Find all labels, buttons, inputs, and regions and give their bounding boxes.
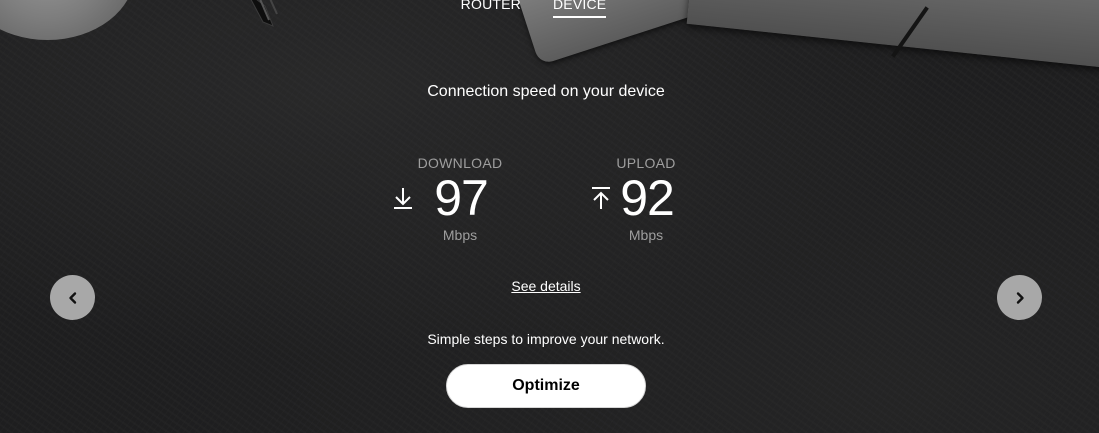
upload-value-row: 92 (566, 172, 726, 224)
download-metric: DOWNLOAD 97 Mbps (380, 155, 540, 243)
section-heading: Connection speed on your device (427, 83, 665, 100)
download-value: 97 (434, 170, 489, 226)
details-link-container: See details (0, 278, 1092, 296)
chevron-left-icon (68, 291, 76, 304)
download-value-row: 97 (380, 172, 540, 224)
upload-label: UPLOAD (616, 155, 676, 171)
chevron-right-icon (1016, 291, 1024, 304)
see-details-link[interactable]: See details (511, 278, 580, 294)
previous-slide-button[interactable] (50, 275, 95, 320)
upload-value: 92 (620, 170, 675, 226)
improvement-hint: Simple steps to improve your network. (427, 331, 665, 347)
upload-unit: Mbps (628, 227, 664, 243)
download-unit: Mbps (442, 227, 478, 243)
mode-tabs: ROUTER DEVICE (0, 0, 1099, 18)
tab-router[interactable]: ROUTER (461, 0, 521, 18)
optimize-button[interactable]: Optimize (446, 364, 646, 408)
speed-test-panel: ROUTER DEVICE Connection speed on your d… (0, 0, 1099, 433)
next-slide-button[interactable] (997, 275, 1042, 320)
download-arrow-icon (394, 188, 413, 209)
download-label: DOWNLOAD (417, 155, 503, 171)
upload-arrow-icon (592, 187, 611, 209)
upload-metric: UPLOAD 92 Mbps (566, 155, 726, 243)
tab-device[interactable]: DEVICE (552, 0, 607, 18)
